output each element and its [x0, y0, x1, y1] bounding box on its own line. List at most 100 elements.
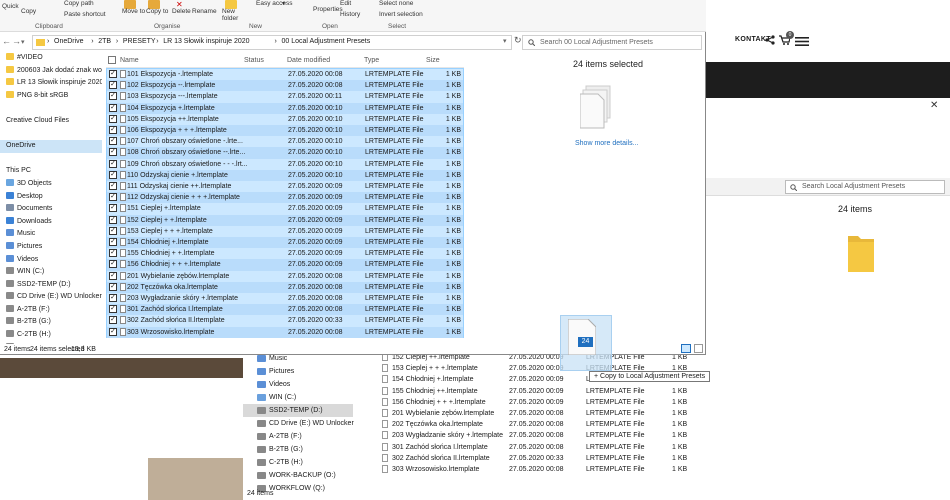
row-checkbox[interactable]: ✓ [109, 170, 117, 179]
back-sidebar-item[interactable]: Pictures [243, 365, 353, 378]
file-row[interactable]: ✓ 104 Ekspozycja +.lrtemplate 27.05.2020 0… [107, 102, 463, 114]
copy-path-button[interactable]: Copy path [64, 0, 94, 7]
back-window-close-icon[interactable]: ✕ [930, 100, 938, 111]
row-checkbox[interactable]: ✓ [109, 305, 117, 314]
back-file-row[interactable]: 302 Zachód słońca II.lrtemplate 27.05.202… [372, 453, 712, 464]
back-file-row[interactable]: 303 Wrzosowisko.lrtemplate 27.05.2020 00:… [372, 464, 712, 475]
row-checkbox[interactable]: ✓ [109, 114, 117, 123]
row-checkbox[interactable]: ✓ [109, 204, 117, 213]
search-input[interactable]: Search 00 Local Adjustment Presets [522, 35, 702, 50]
file-row[interactable]: ✓ 202 Tęczówka oka.lrtemplate 27.05.2020 0… [107, 281, 463, 293]
select-none-button[interactable]: Select none [379, 0, 413, 7]
file-row[interactable]: ✓ 111 Odzyskaj cienie ++.lrtemplate 27.05.… [107, 181, 463, 192]
edit-button[interactable]: Edit [340, 0, 351, 7]
sidebar-item[interactable]: Desktop [0, 191, 102, 204]
row-checkbox[interactable]: ✓ [109, 294, 117, 302]
breadcrumb-segment[interactable]: PRESETY [123, 38, 156, 45]
breadcrumb-separator-icon[interactable]: › [47, 38, 49, 45]
new-folder-button[interactable]: New folder [222, 8, 246, 22]
sidebar-item[interactable]: Downloads [0, 216, 102, 229]
move-to-button[interactable]: Move to [122, 8, 145, 15]
row-checkbox[interactable]: ✓ [109, 271, 117, 280]
back-file-row[interactable]: 201 Wybielanie zębów.lrtemplate 27.05.202… [372, 408, 712, 419]
row-checkbox[interactable]: ✓ [109, 238, 117, 246]
breadcrumb-separator-icon[interactable]: › [91, 38, 93, 45]
file-row[interactable]: ✓ 102 Ekspozycja --.lrtemplate 27.05.2020 … [107, 80, 463, 92]
sidebar-item[interactable]: 3D Objects [0, 178, 102, 191]
select-all-checkbox[interactable] [108, 56, 116, 64]
file-row[interactable]: ✓ 303 Wrzosowisko.lrtemplate 27.05.2020 00… [107, 326, 463, 338]
back-file-row[interactable]: 155 Chłodniej ++.lrtemplate 27.05.2020 00… [372, 386, 712, 397]
history-button[interactable]: History [340, 11, 360, 18]
row-checkbox[interactable]: ✓ [109, 249, 117, 258]
row-checkbox[interactable]: ✓ [109, 159, 117, 168]
sidebar-item[interactable]: A-2TB (F:) [0, 304, 102, 317]
file-row[interactable]: ✓ 108 Chroń obszary oświetlone --.lrte...… [107, 147, 463, 159]
column-type[interactable]: Type [364, 57, 379, 64]
paste-shortcut-button[interactable]: Paste shortcut [64, 11, 106, 18]
forward-arrow-icon[interactable]: → [12, 36, 21, 46]
recent-dropdown-icon[interactable]: ▾ [21, 38, 25, 46]
file-row[interactable]: ✓ 203 Wygładzanie skóry +.lrtemplate 27.05… [107, 293, 463, 304]
column-size[interactable]: Size [426, 57, 440, 64]
row-checkbox[interactable]: ✓ [109, 226, 117, 235]
file-row[interactable]: ✓ 110 Odzyskaj cienie +.lrtemplate 27.05.2… [107, 169, 463, 181]
sidebar-item[interactable]: B-2TB (G:) [0, 316, 102, 329]
file-row[interactable]: ✓ 154 Chłodniej +.lrtemplate 27.05.2020 00… [107, 237, 463, 249]
refresh-icon[interactable]: ↻ [514, 35, 522, 46]
column-status[interactable]: Status [244, 57, 264, 64]
address-dropdown-icon[interactable]: ▾ [503, 37, 507, 45]
sidebar-item[interactable]: Pictures [0, 241, 102, 254]
file-row[interactable]: ✓ 155 Chłodniej + +.lrtemplate 27.05.2020 … [107, 248, 463, 259]
sidebar-item[interactable]: OneDrive [0, 140, 102, 153]
row-checkbox[interactable]: ✓ [109, 327, 117, 336]
sidebar-item[interactable]: This PC [0, 165, 102, 178]
back-arrow-icon[interactable]: ← [2, 36, 11, 46]
file-row[interactable]: ✓ 112 Odzyskaj cienie + + +.lrtemplate 27.… [107, 192, 463, 204]
column-name[interactable]: Name [120, 57, 139, 64]
easy-access-button[interactable]: Easy access [256, 0, 293, 7]
file-row[interactable]: ✓ 156 Chłodniej + + +.lrtemplate 27.05.202… [107, 259, 463, 271]
row-checkbox[interactable]: ✓ [109, 282, 117, 291]
quick-access-label[interactable]: Quick [2, 3, 19, 10]
sidebar-item[interactable]: SSD2-TEMP (D:) [0, 279, 102, 292]
sidebar-item[interactable]: 200603 Jak dodać znak wodn [0, 65, 102, 78]
sidebar-item[interactable]: Videos [0, 254, 102, 267]
row-checkbox[interactable]: ✓ [109, 215, 117, 224]
breadcrumb-separator-icon[interactable]: › [156, 38, 158, 45]
row-checkbox[interactable]: ✓ [109, 260, 117, 269]
file-row[interactable]: ✓ 201 Wybielanie zębów.lrtemplate 27.05.20… [107, 271, 463, 282]
details-view-icon[interactable] [681, 344, 691, 353]
back-sidebar-item[interactable]: A-2TB (F:) [243, 430, 353, 443]
file-row[interactable]: ✓ 151 Cieplej +.lrtemplate 27.05.2020 00:0… [107, 203, 463, 214]
sidebar-item[interactable]: WIN (C:) [0, 266, 102, 279]
row-checkbox[interactable]: ✓ [109, 148, 117, 157]
back-sidebar-item[interactable]: WIN (C:) [243, 391, 353, 404]
file-row[interactable]: ✓ 101 Ekspozycja -.lrtemplate 27.05.2020 0… [107, 69, 463, 80]
back-file-row[interactable]: 202 Tęczówka oka.lrtemplate 27.05.2020 00… [372, 419, 712, 430]
large-icons-view-icon[interactable] [694, 344, 703, 353]
back-sidebar-item[interactable]: SSD2-TEMP (D:) [243, 404, 353, 417]
row-checkbox[interactable]: ✓ [109, 126, 117, 134]
back-sidebar-item[interactable]: C-2TB (H:) [243, 456, 353, 469]
show-more-details-link[interactable]: Show more details... [575, 140, 638, 147]
file-row[interactable]: ✓ 152 Cieplej + +.lrtemplate 27.05.2020 00… [107, 214, 463, 226]
sidebar-item[interactable]: Creative Cloud Files [0, 115, 102, 128]
breadcrumb-segment[interactable]: LR 13 Słowik inspiruje 2020 [163, 38, 249, 45]
row-checkbox[interactable]: ✓ [109, 70, 117, 78]
row-checkbox[interactable]: ✓ [109, 92, 117, 101]
breadcrumb-segment[interactable]: OneDrive [54, 38, 84, 45]
address-bar[interactable]: › OneDrive › 2TB › PRESETY › LR 13 Słowik inspi… [32, 35, 512, 50]
sidebar-item[interactable]: Documents [0, 203, 102, 216]
back-sidebar-item[interactable]: Videos [243, 378, 353, 391]
file-row[interactable]: ✓ 106 Ekspozycja + + +.lrtemplate 27.05.20… [107, 125, 463, 137]
row-checkbox[interactable]: ✓ [109, 193, 117, 202]
breadcrumb-segment[interactable]: 2TB [98, 38, 111, 45]
file-row[interactable]: ✓ 105 Ekspozycja ++.lrtemplate 27.05.2020 … [107, 114, 463, 125]
copy-to-button[interactable]: Copy to [146, 8, 168, 15]
file-row[interactable]: ✓ 153 Cieplej + + +.lrtemplate 27.05.2020 … [107, 226, 463, 237]
copy-button[interactable]: Copy [21, 8, 36, 15]
sidebar-item[interactable]: Music [0, 228, 102, 241]
row-checkbox[interactable]: ✓ [109, 103, 117, 112]
file-row[interactable]: ✓ 301 Zachód słońca I.lrtemplate 27.05.202… [107, 304, 463, 316]
